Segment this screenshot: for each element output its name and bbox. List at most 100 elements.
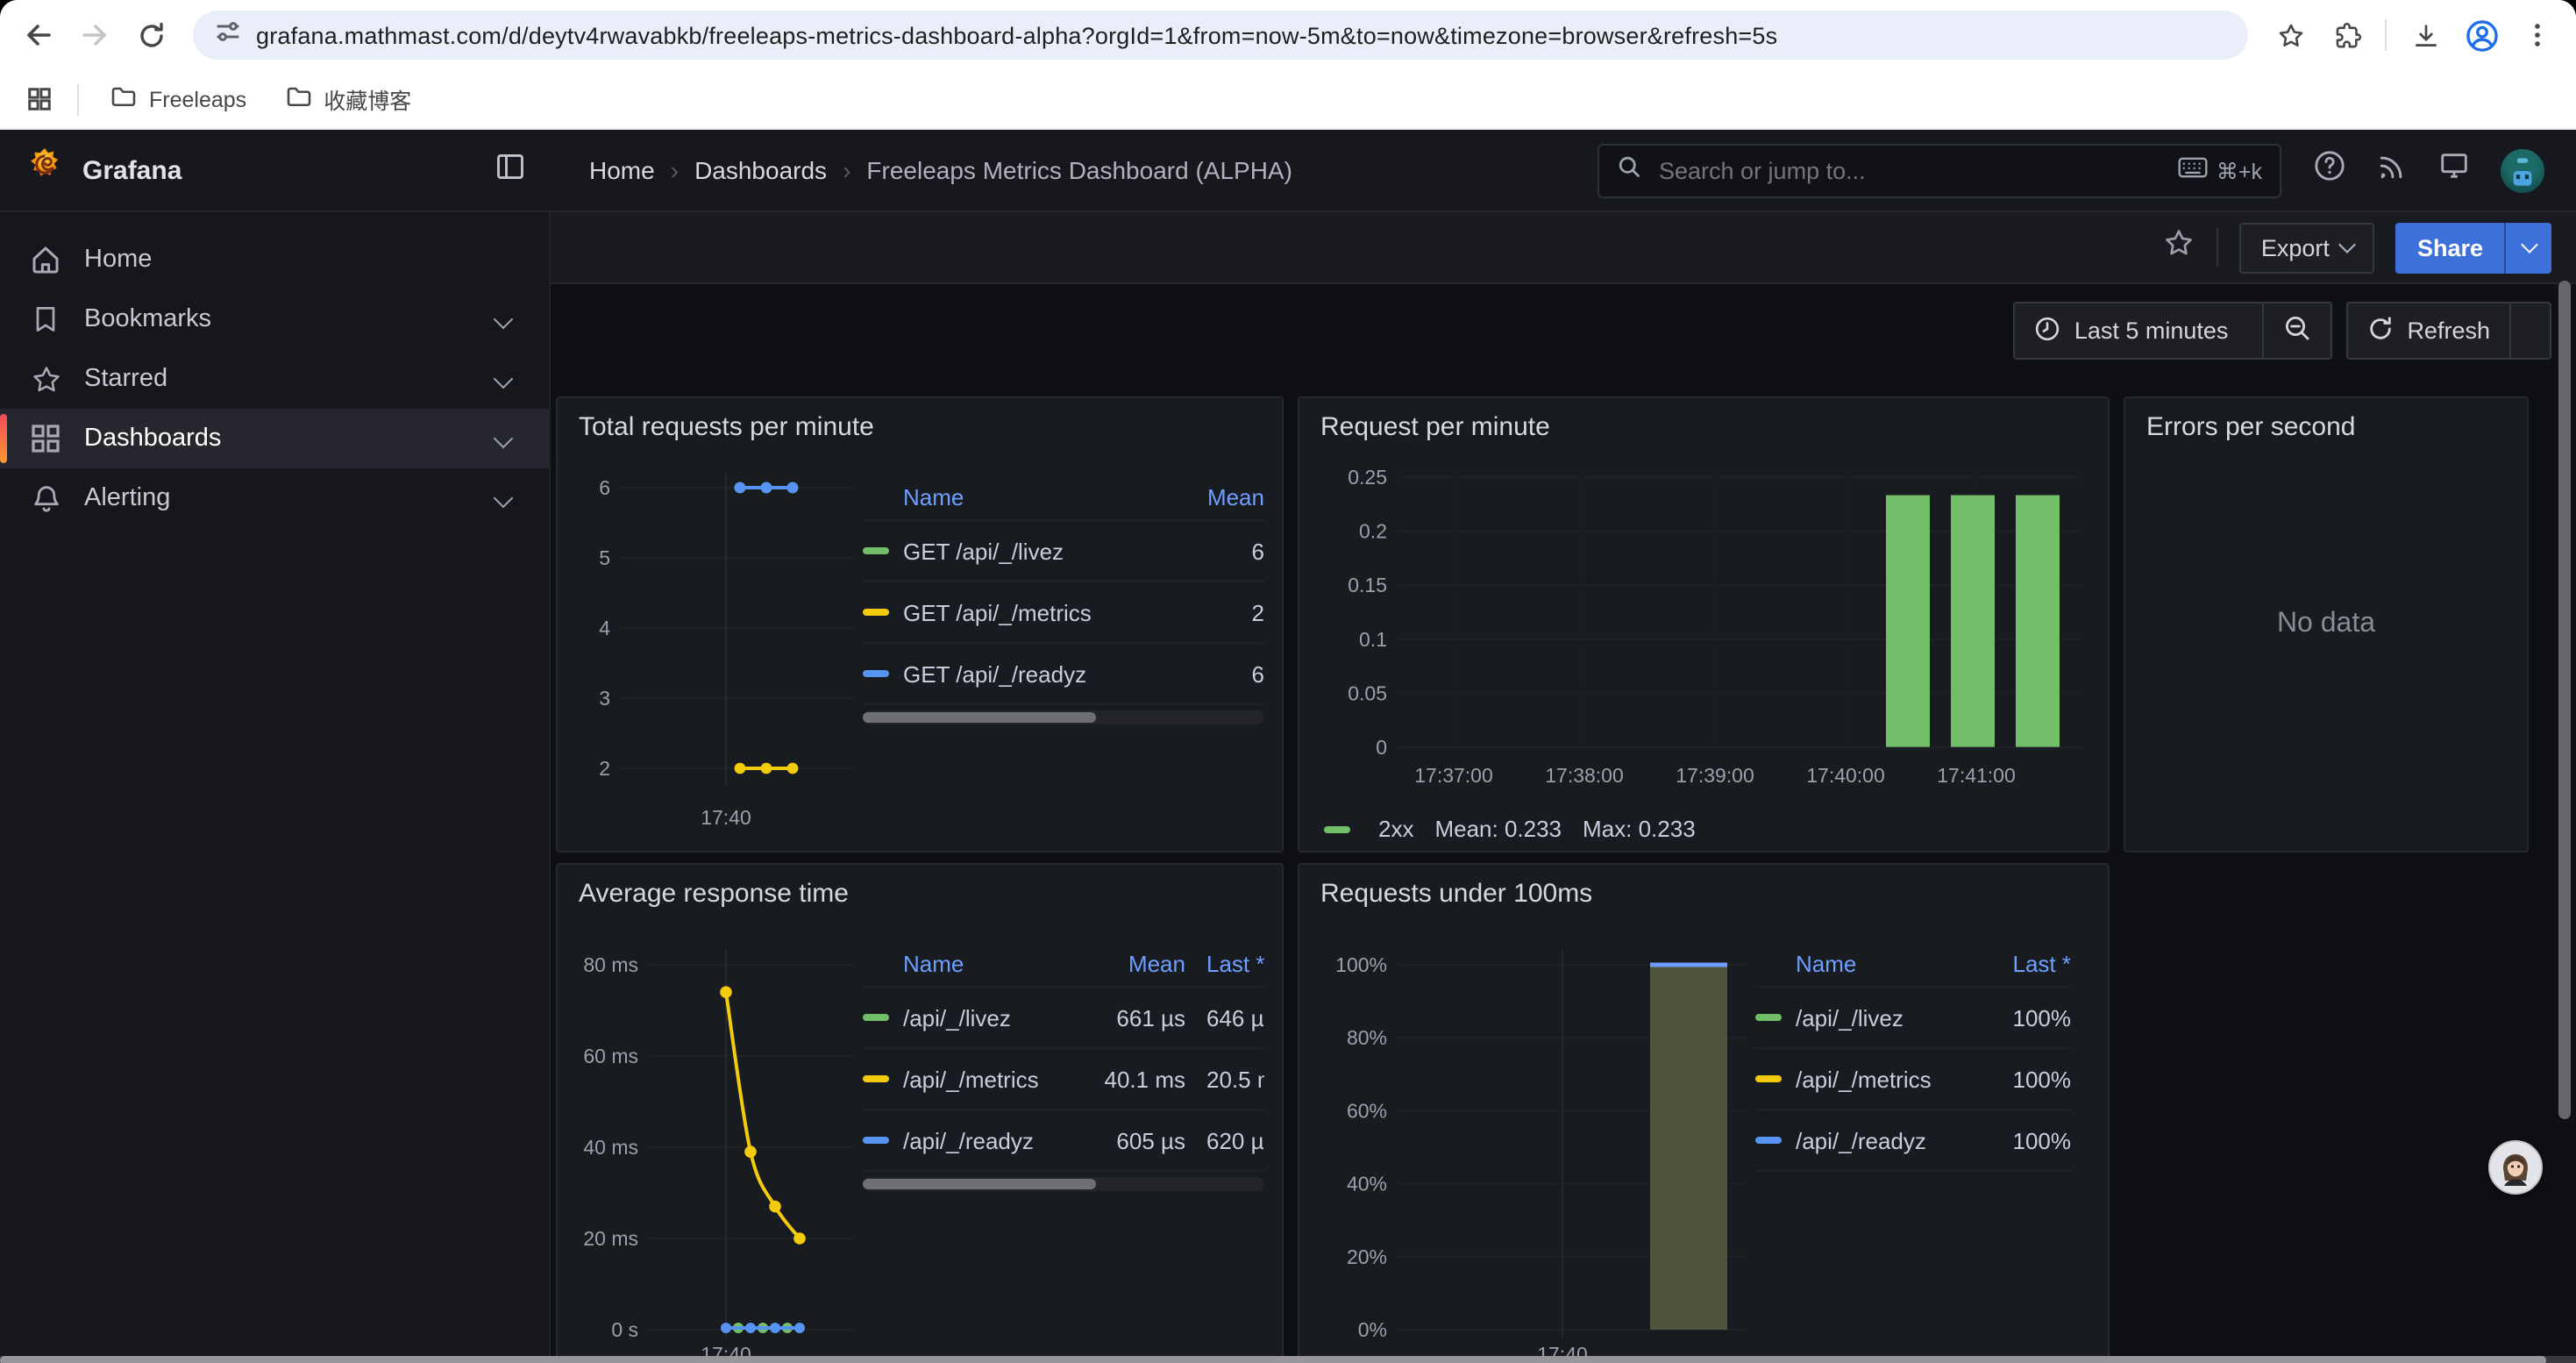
site-settings-icon[interactable] xyxy=(214,17,242,54)
panel-title[interactable]: Request per minute xyxy=(1320,412,2090,442)
breadcrumb-separator: › xyxy=(843,156,850,184)
profile-button[interactable] xyxy=(2457,11,2506,60)
extensions-button[interactable] xyxy=(2322,11,2371,60)
sidebar-item[interactable]: Alerting xyxy=(0,468,549,528)
bookmark-page-button[interactable] xyxy=(2266,11,2315,60)
back-button[interactable] xyxy=(14,11,63,60)
user-avatar[interactable] xyxy=(2501,148,2544,192)
legend-col-last[interactable]: Last * xyxy=(1973,950,2071,976)
series-name: /api/_/livez xyxy=(903,1004,1073,1031)
legend-row[interactable]: GET /api/_/metrics 2 xyxy=(863,581,1264,642)
browser-menu-button[interactable] xyxy=(2513,11,2562,60)
legend-row[interactable]: /api/_/metrics 40.1 ms 20.5 ms xyxy=(863,1047,1264,1109)
bookmark-star-icon xyxy=(2275,20,2305,50)
legend-col-mean[interactable]: Mean xyxy=(1073,950,1185,976)
sidebar-item[interactable]: Starred xyxy=(0,349,549,409)
legend-scrollbar[interactable] xyxy=(863,1177,1264,1191)
chevron-down-icon xyxy=(2339,236,2357,253)
panel-errors-per-second[interactable]: Errors per second No data xyxy=(2124,396,2529,853)
svg-text:0: 0 xyxy=(1376,736,1387,759)
news-rss-icon[interactable] xyxy=(2376,150,2408,190)
svg-text:17:38:00: 17:38:00 xyxy=(1545,764,1624,787)
legend-row[interactable]: /api/_/livez 661 µs 646 µs xyxy=(863,986,1264,1047)
svg-text:0.15: 0.15 xyxy=(1348,574,1387,596)
share-button[interactable]: Share xyxy=(2396,222,2504,273)
bookmark-folder[interactable]: Freeleaps xyxy=(96,79,260,119)
panel-requests-under-100ms[interactable]: Requests under 100ms 100%80%60%40%20%0%1… xyxy=(1298,863,2110,1363)
scrollbar-thumb[interactable] xyxy=(863,712,1096,723)
scrollbar-thumb[interactable] xyxy=(863,1179,1096,1189)
svg-text:40 ms: 40 ms xyxy=(583,1136,638,1159)
sidebar-item[interactable]: Home xyxy=(0,230,549,289)
chevron-down-icon[interactable] xyxy=(494,369,514,389)
help-icon[interactable] xyxy=(2313,149,2346,191)
grafana-title: Grafana xyxy=(82,155,181,185)
legend-row[interactable]: /api/_/readyz 605 µs 620 µs xyxy=(863,1109,1264,1172)
average-response-time-chart[interactable]: 80 ms60 ms40 ms20 ms0 s17:40 xyxy=(575,916,863,1363)
panel-total-requests[interactable]: Total requests per minute 6543217:40 Nam… xyxy=(556,396,1284,853)
series-name: /api/_/readyz xyxy=(903,1127,1073,1153)
legend-row[interactable]: /api/_/livez 100% xyxy=(1755,986,2071,1047)
dock-sidebar-icon[interactable] xyxy=(495,150,526,190)
panel-title[interactable]: Errors per second xyxy=(2146,412,2509,442)
zoom-out-button[interactable] xyxy=(2261,303,2330,358)
legend-col-mean[interactable]: Mean xyxy=(1152,483,1264,510)
vertical-scrollbar[interactable] xyxy=(2558,281,2571,1119)
series-mean: 661 µs xyxy=(1073,1004,1185,1031)
search-input[interactable]: ⌘+k xyxy=(1598,143,2281,197)
total-requests-chart[interactable]: 6543217:40 xyxy=(575,449,863,846)
horizontal-scrollbar[interactable] xyxy=(0,1356,2576,1363)
grafana-logo[interactable] xyxy=(25,146,65,195)
url-bar[interactable]: grafana.mathmast.com/d/deytv4rwavabkb/fr… xyxy=(193,11,2248,60)
svg-text:17:41:00: 17:41:00 xyxy=(1937,764,2016,787)
legend-row[interactable]: GET /api/_/livez 6 xyxy=(863,519,1264,581)
panel-title[interactable]: Total requests per minute xyxy=(579,412,1264,442)
forward-button[interactable] xyxy=(70,11,119,60)
time-range-picker[interactable]: Last 5 minutes xyxy=(2015,303,2262,358)
refresh-interval-dropdown[interactable] xyxy=(2509,303,2550,358)
time-range-label: Last 5 minutes xyxy=(2074,318,2229,344)
legend-col-name[interactable]: Name xyxy=(903,483,1152,510)
series-last: 646 µs xyxy=(1185,1004,1264,1031)
panel-request-per-minute[interactable]: Request per minute 0.250.20.150.10.05017… xyxy=(1298,396,2110,853)
legend-row[interactable]: GET /api/_/readyz 6 xyxy=(863,642,1264,705)
requests-under-100ms-chart[interactable]: 100%80%60%40%20%0%17:40 xyxy=(1317,916,1755,1363)
star-dashboard-icon[interactable] xyxy=(2163,226,2196,268)
kiosk-monitor-icon[interactable] xyxy=(2437,149,2471,191)
svg-text:60%: 60% xyxy=(1347,1099,1387,1122)
reload-button[interactable] xyxy=(126,11,175,60)
panel-title[interactable]: Requests under 100ms xyxy=(1320,879,2090,909)
chevron-down-icon[interactable] xyxy=(494,310,514,330)
series-last: 20.5 ms xyxy=(1185,1066,1264,1092)
panel-average-response-time[interactable]: Average response time 80 ms60 ms40 ms20 … xyxy=(556,863,1284,1363)
share-dropdown-button[interactable] xyxy=(2504,222,2551,273)
scrollbar-thumb[interactable] xyxy=(0,1356,2546,1363)
legend-scrollbar[interactable] xyxy=(863,710,1264,724)
downloads-button[interactable] xyxy=(2401,11,2450,60)
bell-icon xyxy=(28,482,63,515)
sidebar-item[interactable]: Bookmarks xyxy=(0,289,549,349)
legend-row[interactable]: 2xx Mean: 0.233 Max: 0.233 xyxy=(1324,816,2090,842)
bookmark-folder[interactable]: 收藏博客 xyxy=(271,77,425,121)
chevron-down-icon[interactable] xyxy=(494,489,514,509)
breadcrumb-home[interactable]: Home xyxy=(589,156,655,184)
legend-col-name[interactable]: Name xyxy=(903,950,1073,976)
panel-title[interactable]: Average response time xyxy=(579,879,1264,909)
legend-row[interactable]: /api/_/readyz 100% xyxy=(1755,1109,2071,1172)
export-button[interactable]: Export xyxy=(2240,222,2375,273)
svg-text:3: 3 xyxy=(599,687,610,710)
apps-shortcut-button[interactable] xyxy=(18,78,60,120)
refresh-button[interactable]: Refresh xyxy=(2347,303,2509,358)
request-per-minute-chart[interactable]: 0.250.20.150.10.05017:37:0017:38:0017:39… xyxy=(1317,449,2094,800)
floating-assistant-avatar[interactable] xyxy=(2488,1140,2543,1195)
svg-text:20%: 20% xyxy=(1347,1245,1387,1268)
legend-col-name[interactable]: Name xyxy=(1796,950,1973,976)
search-field[interactable] xyxy=(1655,155,2164,185)
breadcrumb-dashboards[interactable]: Dashboards xyxy=(694,156,827,184)
refresh-group: Refresh xyxy=(2345,302,2551,360)
chevron-down-icon[interactable] xyxy=(494,429,514,449)
sidebar-item[interactable]: Dashboards xyxy=(0,409,549,468)
legend-row[interactable]: /api/_/metrics 100% xyxy=(1755,1047,2071,1109)
series-name: /api/_/metrics xyxy=(903,1066,1073,1092)
legend-col-last[interactable]: Last * xyxy=(1185,950,1264,976)
